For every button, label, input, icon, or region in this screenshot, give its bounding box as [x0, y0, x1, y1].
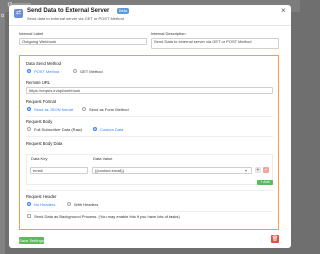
get-method-radio[interactable]	[73, 69, 77, 73]
with-headers-label[interactable]: With Headers	[74, 202, 98, 207]
json-format-radio[interactable]	[27, 107, 31, 111]
request-body-label: Request Body	[26, 119, 53, 124]
remote-url-label: Remote URL	[26, 80, 51, 85]
no-headers-radio[interactable]	[27, 202, 31, 206]
with-headers-radio[interactable]	[67, 202, 71, 206]
background-sidebar	[0, 12, 5, 254]
column-header-key: Data Key	[31, 156, 48, 161]
add-row-icon[interactable]: +	[255, 167, 261, 173]
get-method-label[interactable]: GET Method	[80, 69, 103, 74]
custom-data-radio[interactable]	[93, 127, 97, 131]
remove-row-icon[interactable]: −	[263, 167, 269, 173]
modal-header: ⇄ Send Data to External Server Beta Send…	[9, 5, 291, 25]
close-icon[interactable]: ×	[281, 7, 286, 15]
data-key-input[interactable]: email	[30, 167, 88, 174]
add-more-button[interactable]: + Add More	[257, 180, 273, 189]
json-format-label[interactable]: Send as JSON format	[34, 107, 73, 112]
data-value-select[interactable]: {{contact.email}}	[92, 167, 252, 174]
request-format-label: Request Format	[26, 99, 57, 104]
internal-label-input[interactable]: Outgoing Webhook	[19, 38, 147, 45]
post-method-radio[interactable]	[27, 69, 31, 73]
no-headers-label[interactable]: No Headers	[34, 202, 55, 207]
background-process-checkbox[interactable]	[27, 214, 31, 218]
internal-description-textarea[interactable]: Send Data to external server via GET or …	[151, 38, 279, 49]
data-send-method-label: Data Send Method	[26, 61, 61, 66]
divider	[26, 211, 273, 212]
column-header-value: Data Value	[93, 156, 113, 161]
request-header-label: Request Header	[26, 194, 57, 199]
send-data-modal: ⇄ Send Data to External Server Beta Send…	[9, 5, 291, 248]
modal-subtitle: Send data to external server via GET or …	[27, 16, 124, 21]
internal-label-title: Internal Label	[19, 31, 44, 36]
post-method-label[interactable]: POST Method	[34, 69, 59, 74]
remote-url-input[interactable]: https://reqres.in/api/webhook	[26, 87, 273, 94]
request-body-data-label: Request Body Data	[26, 141, 63, 146]
webhook-icon: ⇄	[14, 9, 23, 18]
request-body-data-table: Data Key Data Value email {{contact.emai…	[26, 154, 273, 189]
divider	[26, 190, 273, 191]
internal-description-title: Internal Description	[151, 31, 186, 36]
divider	[26, 136, 273, 137]
divider	[26, 116, 273, 117]
save-settings-button[interactable]: Save Settings	[19, 237, 44, 244]
trash-icon[interactable]: 🗑	[271, 235, 279, 243]
form-method-radio[interactable]	[82, 107, 86, 111]
beta-badge: Beta	[117, 8, 130, 14]
settings-panel: Data Send Method POST Method GET Method …	[19, 55, 279, 230]
custom-data-label[interactable]: Custom Data	[100, 127, 123, 132]
full-subscriber-radio[interactable]	[27, 127, 31, 131]
full-subscriber-label[interactable]: Full Subscriber Data (Raw)	[34, 127, 82, 132]
modal-title: Send Data to External Server	[27, 8, 110, 14]
form-method-label[interactable]: Send as Form Method	[89, 107, 129, 112]
header-divider	[9, 25, 291, 26]
background-checkbox	[1, 14, 4, 17]
chevron-down-icon: ▾	[245, 168, 248, 173]
background-process-label[interactable]: Send Data as Background Process. (You ma…	[34, 214, 180, 219]
